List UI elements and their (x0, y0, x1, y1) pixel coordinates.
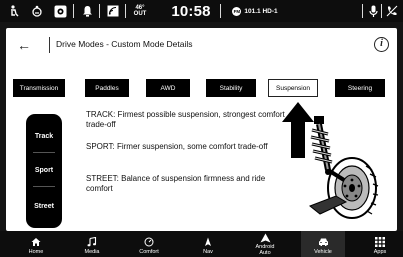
clock: 10:58 (171, 2, 211, 20)
tab-label: Steering (347, 84, 373, 92)
mode-street-button[interactable]: Street (29, 192, 59, 220)
info-icon: i (380, 38, 383, 49)
nav-label: Android Auto (255, 244, 275, 256)
mode-label: Sport (34, 166, 54, 174)
nav-label: Home (28, 249, 44, 255)
nav-label: Media (84, 249, 100, 255)
nav-apps[interactable]: Apps (358, 231, 402, 257)
home-icon (31, 237, 41, 249)
driver-attention-icon (26, 0, 48, 22)
radio-station: 101.1 HD-1 (244, 7, 278, 15)
screen: 46° OUT 10:58 FM 101.1 HD-1 ← Drive Mode… (0, 0, 403, 257)
nav-home[interactable]: Home (14, 231, 58, 257)
nav-comfort[interactable]: Comfort (127, 231, 171, 257)
music-note-icon (87, 236, 97, 249)
tab-transmission[interactable]: Transmission (13, 79, 65, 97)
nav-android-auto[interactable]: Android Auto (243, 231, 287, 257)
info-button[interactable]: i (374, 37, 389, 52)
header-divider (49, 37, 50, 53)
suspension-mode-selector: Track Sport Street (26, 114, 62, 228)
mode-label: Track (34, 132, 54, 140)
tab-paddles[interactable]: Paddles (85, 79, 129, 97)
track-description: TRACK: Firmest possible suspension, stro… (86, 110, 285, 129)
phone-off-icon[interactable] (384, 0, 400, 22)
suspension-illustration-icon (309, 116, 379, 219)
back-arrow-icon: ← (17, 37, 31, 53)
apps-grid-icon (375, 237, 385, 249)
nav-vehicle[interactable]: Vehicle (301, 231, 345, 257)
seatbelt-icon (4, 0, 26, 22)
mode-track-button[interactable]: Track (29, 122, 59, 150)
nav-nav[interactable]: Nav (186, 231, 230, 257)
sport-description: SPORT: Firmer suspension, some comfort t… (86, 142, 268, 151)
comfort-dial-icon (144, 237, 154, 249)
radio-band-badge: FM (232, 6, 242, 16)
nav-label: Comfort (139, 249, 159, 255)
wifi-hotspot-icon[interactable] (104, 0, 122, 22)
tab-steering[interactable]: Steering (335, 79, 385, 97)
nav-media[interactable]: Media (70, 231, 114, 257)
tab-stability[interactable]: Stability (206, 79, 256, 97)
car-icon (318, 237, 329, 249)
microphone-icon[interactable] (366, 0, 380, 22)
street-description: STREET: Balance of suspension firmness a… (86, 174, 266, 193)
page-title: Drive Modes - Custom Mode Details (56, 39, 193, 49)
tab-suspension[interactable]: Suspension (268, 79, 318, 97)
divider (33, 152, 55, 153)
nav-label: Vehicle (314, 249, 332, 255)
temperature-label: OUT (133, 11, 147, 17)
mode-label: Street (34, 202, 54, 210)
tab-label: Suspension (276, 84, 310, 92)
tab-awd[interactable]: AWD (146, 79, 190, 97)
custom-mode-details-panel: ← Drive Modes - Custom Mode Details i Tr… (6, 28, 397, 231)
radio-status[interactable]: FM 101.1 HD-1 (224, 0, 286, 22)
divider (33, 186, 55, 187)
navigation-arrow-icon (203, 237, 213, 249)
mode-sport-button[interactable]: Sport (29, 156, 59, 184)
bottom-nav-bar: Home Media Comfort Nav Android Auto Vehi… (0, 231, 403, 257)
nav-label: Apps (373, 249, 387, 255)
tab-label: Transmission (19, 84, 59, 92)
camera-icon[interactable] (50, 0, 70, 22)
back-button[interactable]: ← (14, 36, 34, 54)
notification-bell-icon[interactable] (78, 0, 96, 22)
tab-label: Stability (219, 84, 243, 92)
outside-temperature: 46° OUT (131, 0, 149, 22)
status-bar: 46° OUT 10:58 FM 101.1 HD-1 (0, 0, 403, 22)
tab-label: Paddles (95, 84, 119, 92)
nav-label: Nav (203, 249, 213, 255)
tab-label: AWD (160, 84, 176, 92)
